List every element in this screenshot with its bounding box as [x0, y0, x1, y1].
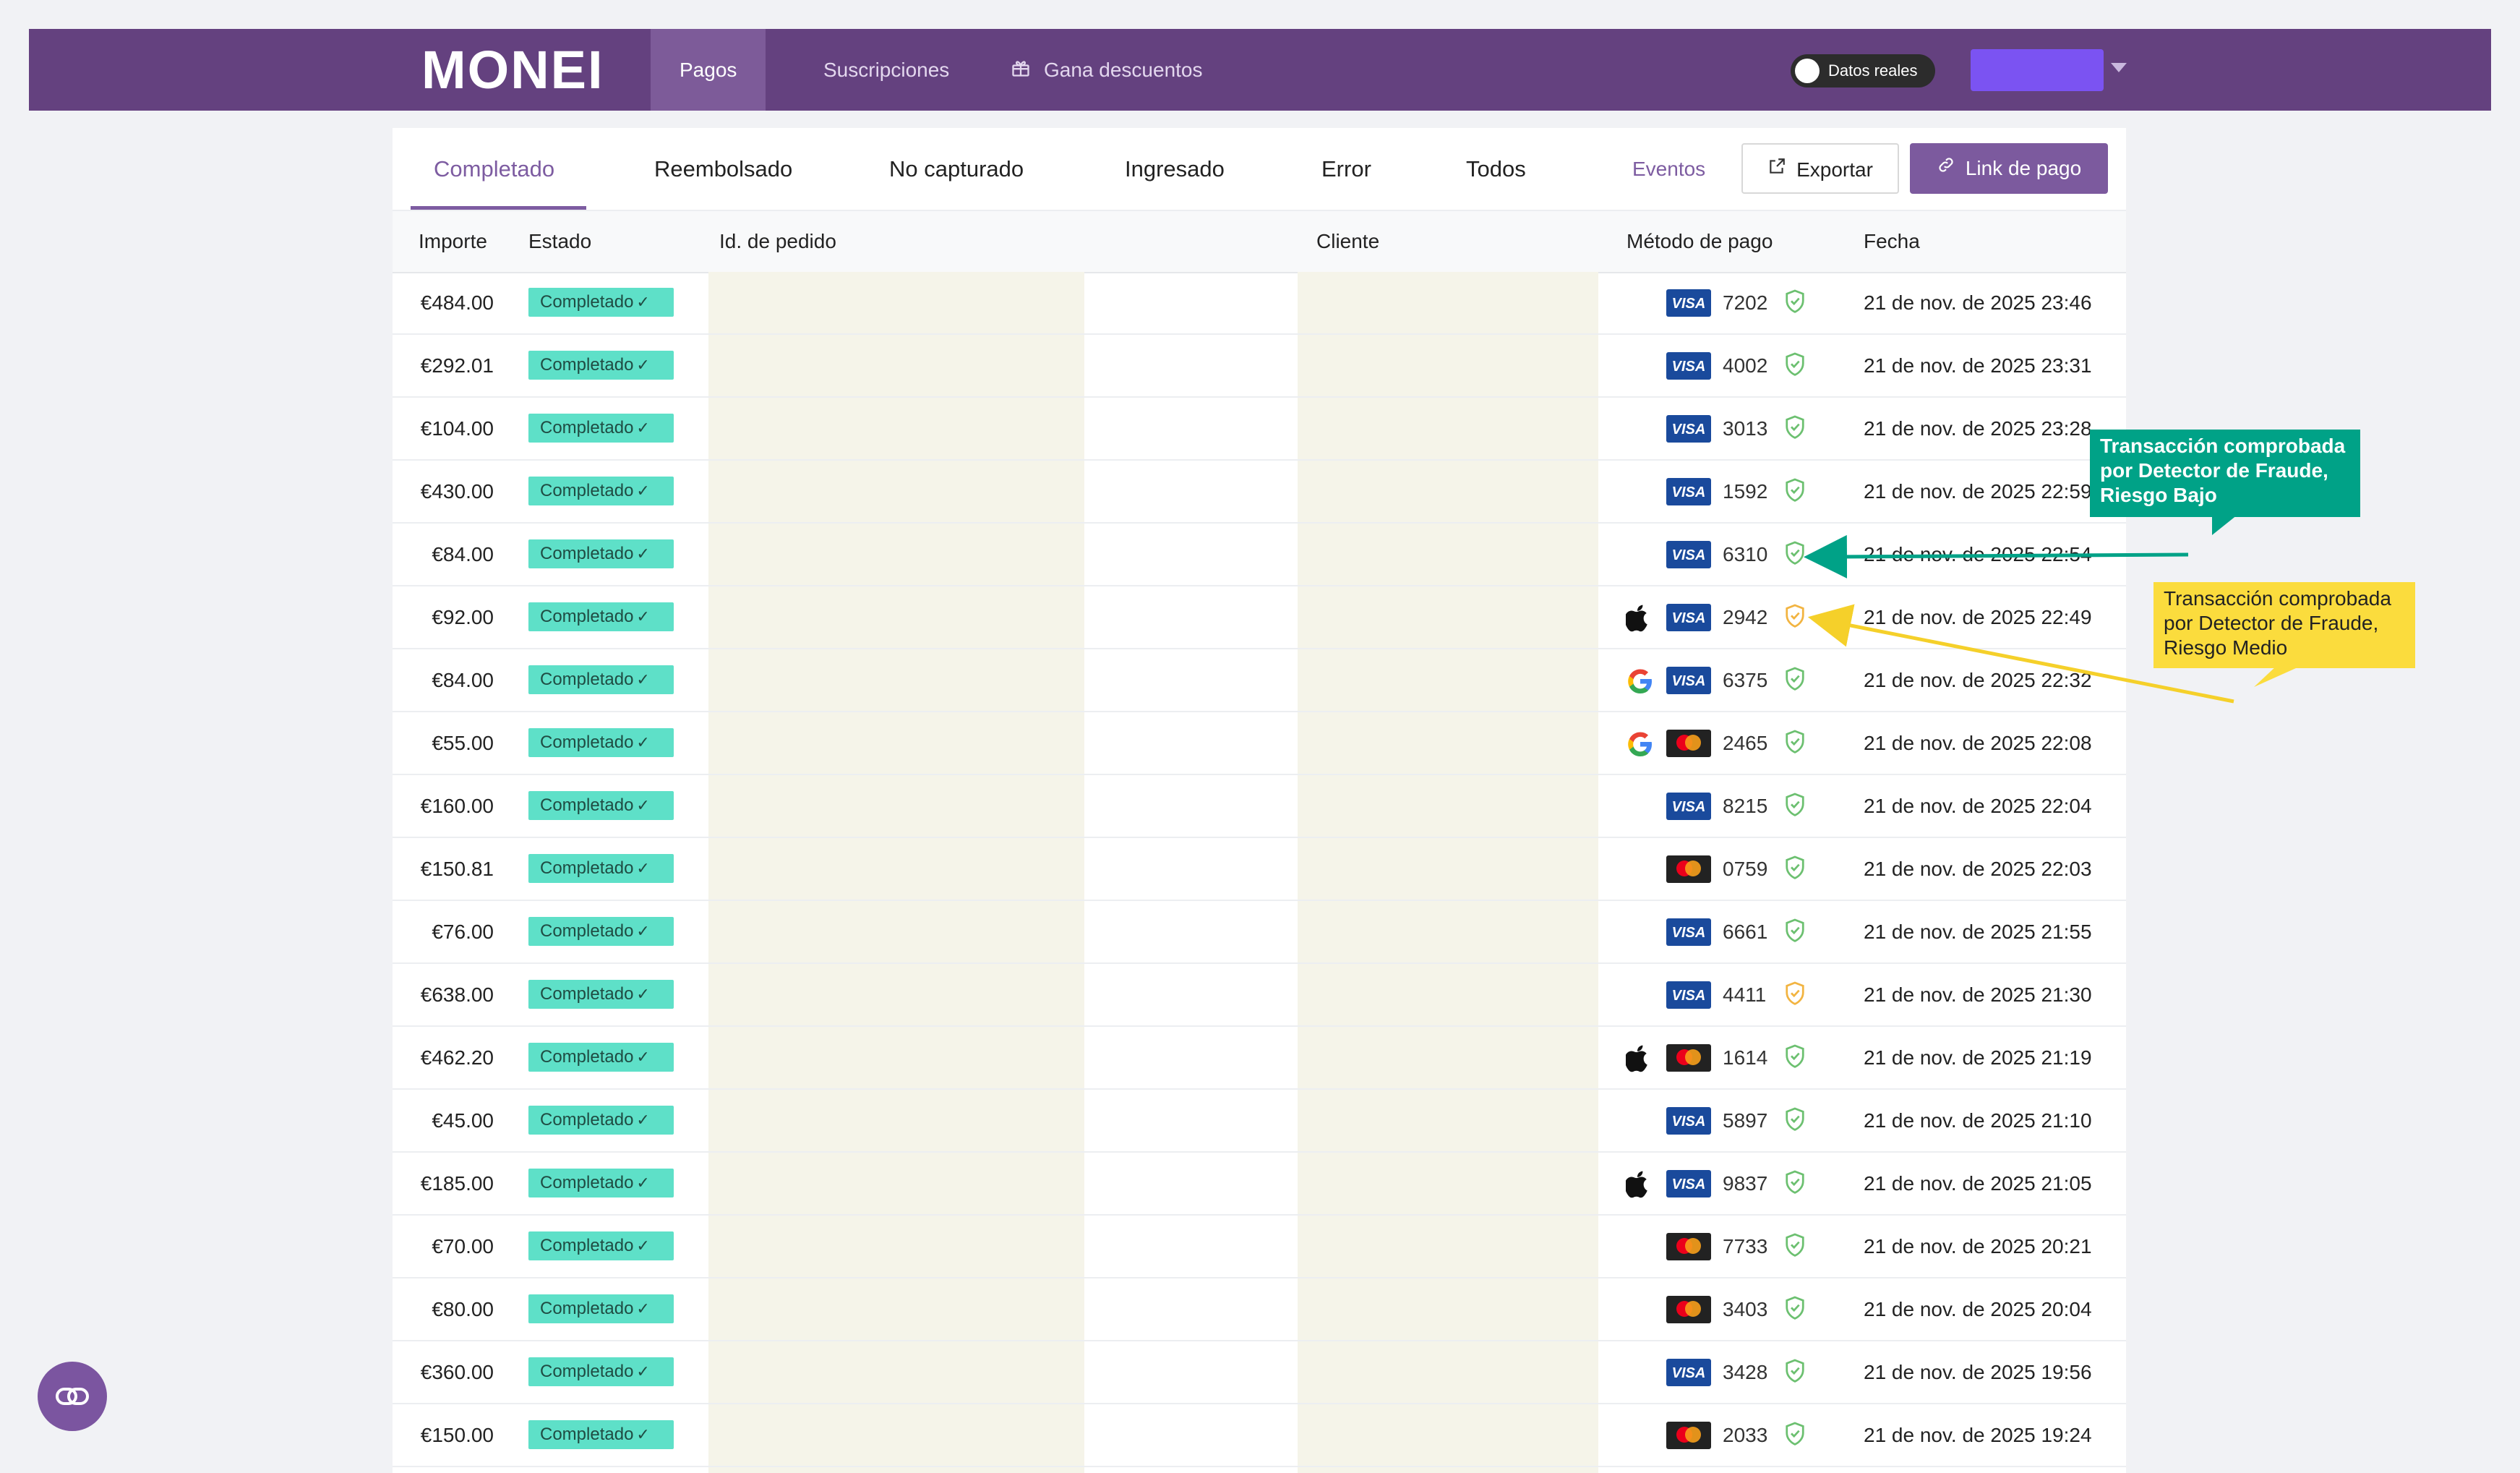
annotation-arrows	[1804, 515, 2302, 704]
tooltip-tail	[2212, 515, 2237, 535]
tooltip-tail	[2254, 665, 2302, 687]
low-risk-annotation: Transacción comprobada por Detector de F…	[2090, 430, 2360, 517]
low-risk-arrow	[1804, 534, 2189, 578]
medium-risk-annotation: Transacción comprobada por Detector de F…	[2153, 582, 2415, 668]
link-icon	[56, 1388, 89, 1405]
help-chat-button[interactable]	[38, 1362, 107, 1431]
